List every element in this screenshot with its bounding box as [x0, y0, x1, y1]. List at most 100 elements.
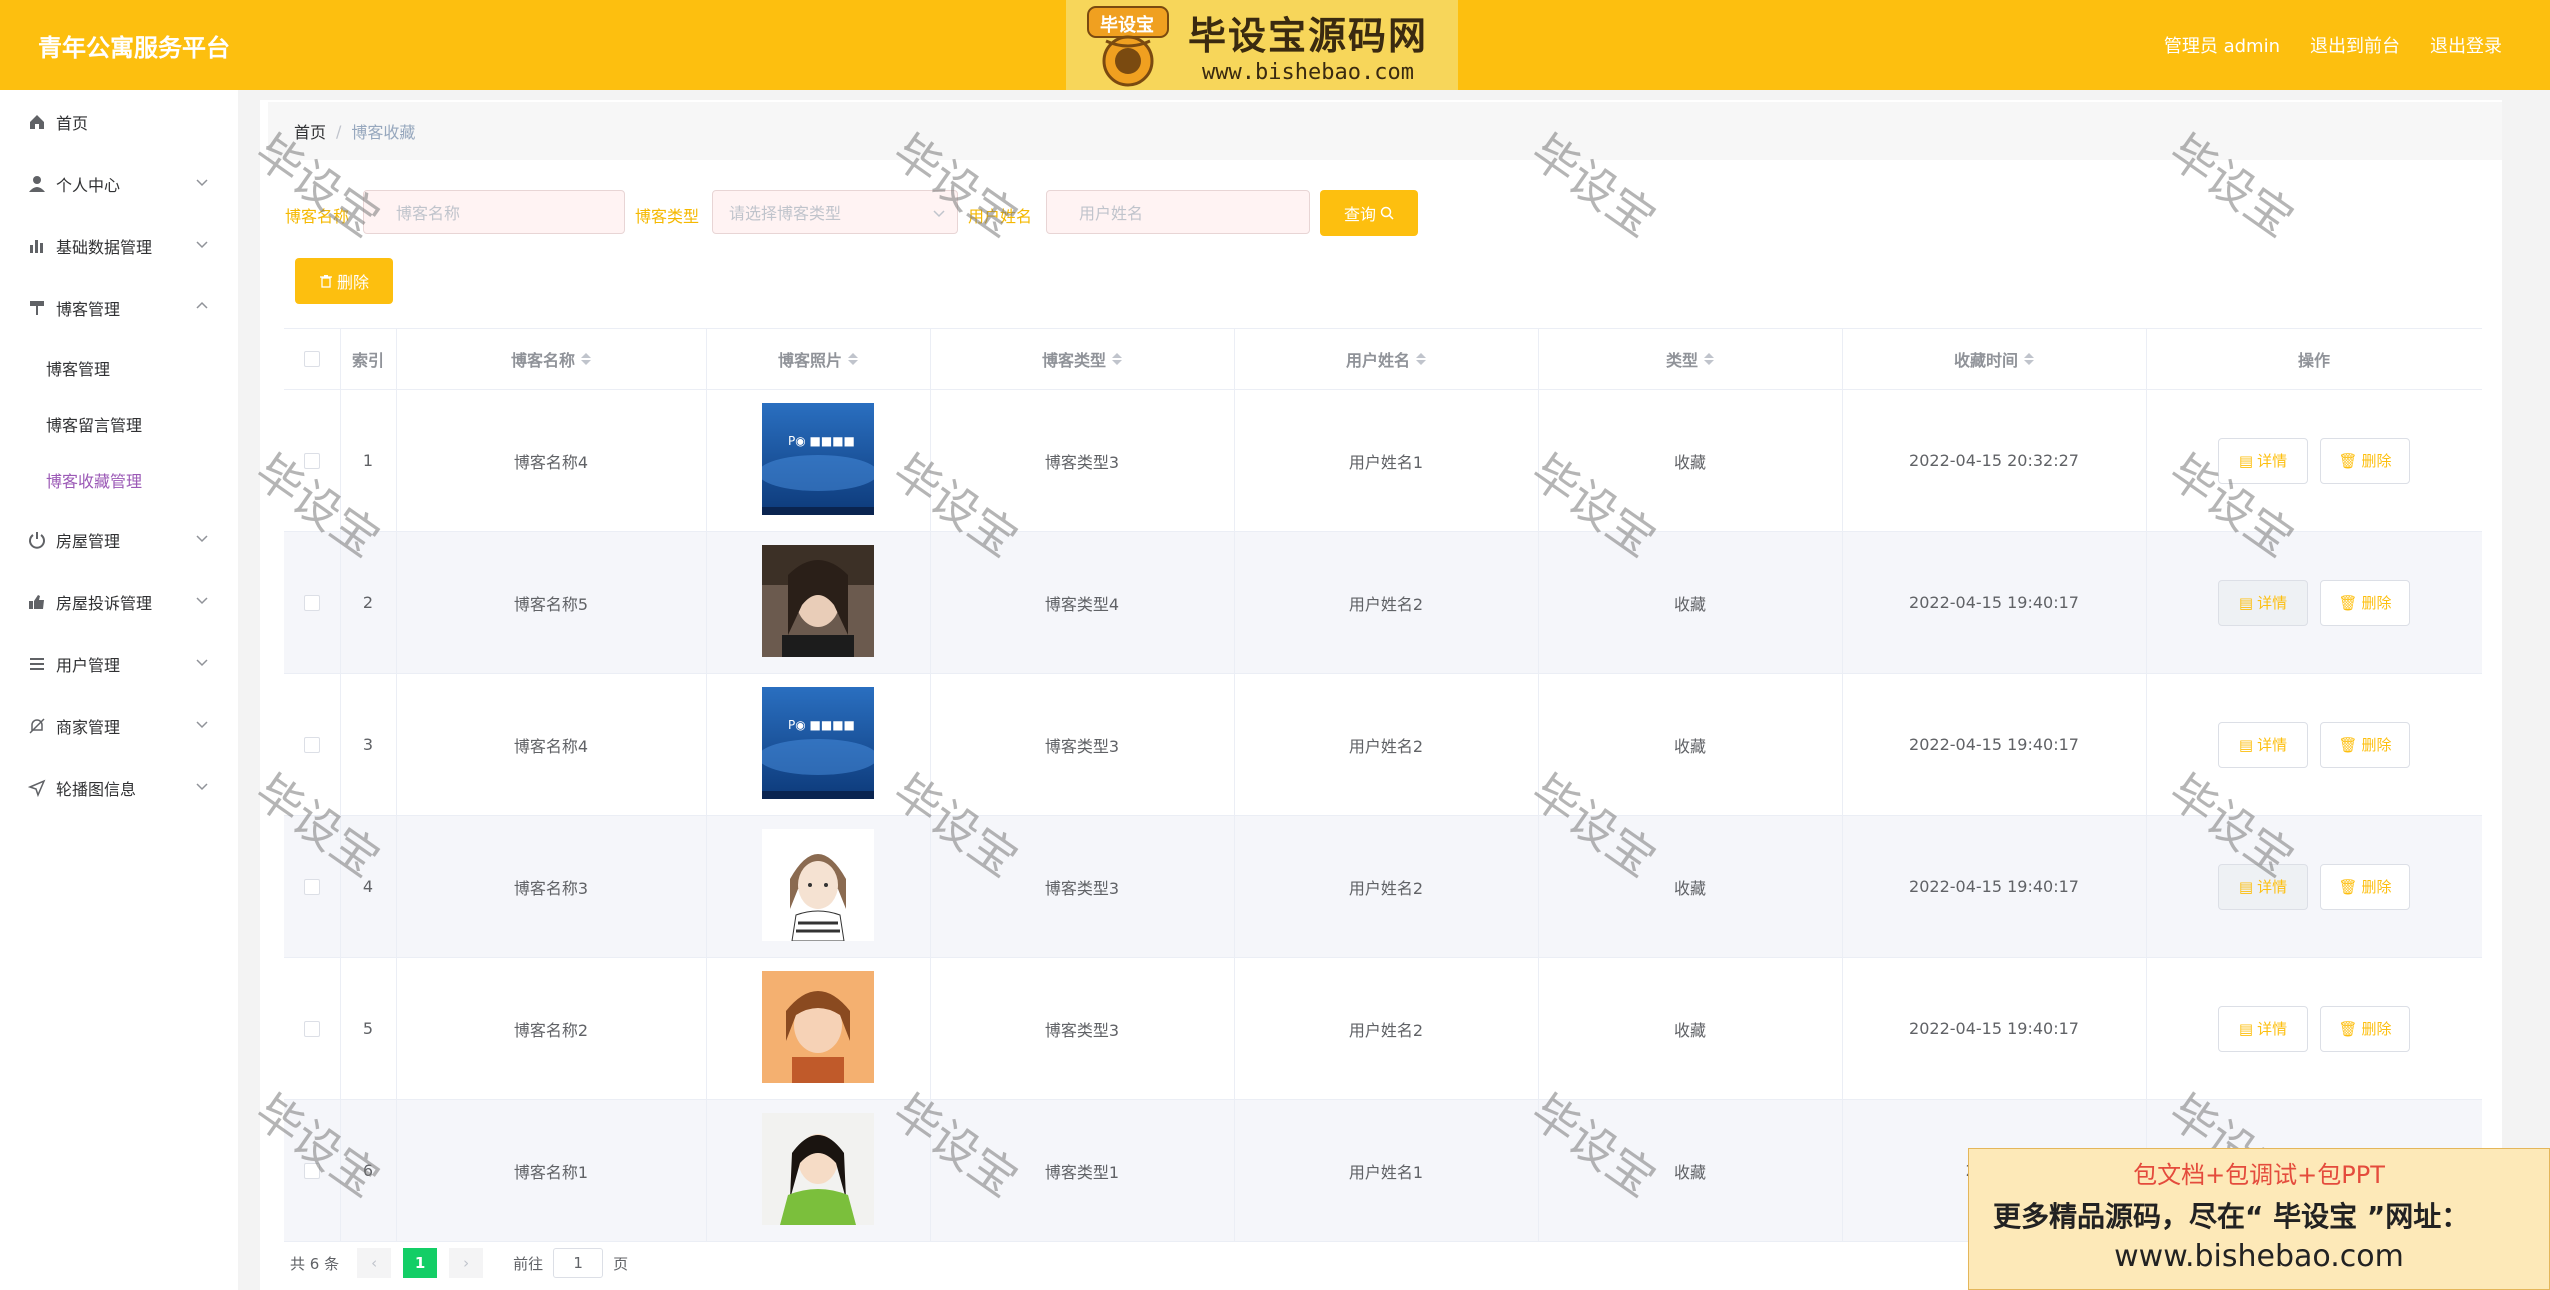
row-kind: 收藏 [1673, 1162, 1706, 1182]
exit-to-front-link[interactable]: 退出到前台 [2310, 32, 2400, 58]
col-index: 索引 [351, 351, 384, 370]
row-delete-button[interactable]: 🗑删除 [2320, 721, 2410, 768]
bar-chart-icon [26, 235, 48, 257]
sidebar-item-label: 商家管理 [56, 718, 121, 737]
row-delete-button[interactable]: 🗑删除 [2320, 579, 2410, 626]
main-content: 首页 / 博客收藏 博客名称 博客名称 博客类型 请选择博客类型 用户姓名 用户… [260, 100, 2502, 1290]
sort-icon[interactable] [1704, 353, 1714, 365]
row-blog-photo[interactable] [762, 828, 874, 945]
row-delete-label: 删除 [2361, 736, 2392, 754]
logo-badge-icon: 毕设宝 [1078, 1, 1178, 89]
row-checkbox[interactable] [304, 1020, 320, 1037]
sidebar-item-home[interactable]: 首页 [0, 98, 238, 146]
row-blog-photo[interactable] [762, 1112, 874, 1229]
row-delete-label: 删除 [2361, 878, 2392, 896]
blog-type-select[interactable]: 请选择博客类型 [712, 190, 958, 234]
breadcrumb-separator: / [336, 121, 342, 141]
chevron-down-icon [196, 597, 208, 605]
goto-unit-label: 页 [613, 1254, 629, 1273]
blog-type-label: 博客类型 [635, 207, 700, 226]
sidebar-item-basic-data[interactable]: 基础数据管理 [0, 222, 238, 270]
detail-button[interactable]: ▤详情 [2218, 1005, 2308, 1052]
user-name-input[interactable]: 用户姓名 [1046, 190, 1310, 234]
row-checkbox[interactable] [304, 452, 320, 469]
row-blog-photo[interactable]: P◉ ■■■■ [758, 686, 878, 803]
blog-name-label: 博客名称 [285, 207, 350, 226]
col-blog-name[interactable]: 博客名称 [396, 329, 706, 389]
col-blog-photo[interactable]: 博客照片 [706, 329, 930, 389]
goto-page-input[interactable]: 1 [553, 1248, 604, 1278]
table-row: 1 博客名称4 P◉ ■■■■ 博客类型3 用户姓名1 收藏 2022-04-15 20:3… [284, 390, 2482, 532]
sort-icon[interactable] [1416, 353, 1426, 365]
sidebar-item-complaints[interactable]: 房屋投诉管理 [0, 578, 238, 626]
col-kind[interactable]: 类型 [1538, 329, 1842, 389]
blog-name-input[interactable]: 博客名称 [363, 190, 625, 234]
sidebar-subitem-blog-manage[interactable]: 博客管理 [0, 346, 238, 390]
next-page-button[interactable]: › [449, 1248, 484, 1278]
list-icon [26, 653, 48, 675]
row-checkbox[interactable] [304, 736, 320, 753]
prev-page-button[interactable]: ‹ [357, 1248, 392, 1278]
sidebar-item-house[interactable]: 房屋管理 [0, 516, 238, 564]
row-blog-name: 博客名称5 [513, 594, 589, 614]
col-blog-type-label: 博客类型 [1041, 351, 1106, 370]
sort-icon[interactable] [1112, 353, 1122, 365]
search-icon [1380, 206, 1394, 220]
sidebar-item-merchants[interactable]: 商家管理 [0, 702, 238, 750]
select-all-checkbox[interactable] [304, 351, 320, 367]
row-user-name: 用户姓名2 [1348, 1020, 1424, 1040]
detail-button[interactable]: ▤详情 [2218, 863, 2308, 910]
page-number-button[interactable]: 1 [403, 1248, 438, 1278]
col-blog-name-label: 博客名称 [510, 351, 575, 370]
row-user-name: 用户姓名2 [1348, 594, 1424, 614]
row-blog-photo[interactable]: P◉ ■■■■ [758, 402, 878, 519]
sidebar-item-users[interactable]: 用户管理 [0, 640, 238, 688]
sidebar-item-carousel[interactable]: 轮播图信息 [0, 764, 238, 812]
paint-roller-icon [26, 297, 48, 319]
row-blog-photo[interactable] [762, 544, 874, 661]
sidebar-item-blog[interactable]: 博客管理 [0, 284, 238, 332]
chevron-down-icon [933, 210, 945, 218]
sidebar-subitem-blog-favorites[interactable]: 博客收藏管理 [0, 458, 238, 502]
row-blog-name: 博客名称3 [513, 878, 589, 898]
user-icon [26, 173, 48, 195]
logout-link[interactable]: 退出登录 [2430, 32, 2502, 58]
detail-button[interactable]: ▤详情 [2218, 579, 2308, 626]
row-blog-type: 博客类型4 [1044, 594, 1120, 614]
sort-icon[interactable] [848, 353, 858, 365]
row-fav-time: 2022-04-15 19:40:17 [1909, 593, 2079, 612]
row-fav-time: 2022-04-15 19:40:17 [1909, 1019, 2079, 1038]
row-blog-name: 博客名称4 [513, 452, 589, 472]
promo-banner: 包文档+包调试+包PPT 更多精品源码，尽在“ 毕设宝 ”网址： www.bis… [1968, 1148, 2550, 1290]
detail-button[interactable]: ▤详情 [2218, 721, 2308, 768]
user-name-label: 用户姓名 [968, 207, 1033, 226]
detail-button[interactable]: ▤详情 [2218, 437, 2308, 484]
breadcrumb-home[interactable]: 首页 [294, 119, 326, 143]
row-delete-button[interactable]: 🗑删除 [2320, 1005, 2410, 1052]
row-checkbox[interactable] [304, 594, 320, 611]
goto-label: 前往 [513, 1254, 544, 1273]
bulk-delete-button[interactable]: 删除 [295, 258, 393, 304]
sort-icon[interactable] [581, 353, 591, 365]
row-fav-time: 2022-04-15 19:40:17 [1909, 877, 2079, 896]
document-icon: ▤ [2238, 1019, 2254, 1038]
row-blog-photo[interactable] [762, 970, 874, 1087]
sort-icon[interactable] [2024, 353, 2034, 365]
row-checkbox[interactable] [304, 1162, 320, 1179]
row-blog-name: 博客名称2 [513, 1020, 589, 1040]
sidebar-item-personal[interactable]: 个人中心 [0, 160, 238, 208]
col-user-name[interactable]: 用户姓名 [1234, 329, 1538, 389]
row-delete-button[interactable]: 🗑删除 [2320, 437, 2410, 484]
col-blog-type[interactable]: 博客类型 [930, 329, 1234, 389]
row-delete-button[interactable]: 🗑删除 [2320, 863, 2410, 910]
admin-label[interactable]: 管理员 admin [2164, 32, 2280, 58]
top-header: 青年公寓服务平台 毕设宝 毕设宝源码网 www.bishebao.com 管理员… [0, 0, 2550, 90]
query-button[interactable]: 查询 [1320, 190, 1418, 236]
logo-title: 毕设宝源码网 [1188, 13, 1429, 58]
row-checkbox[interactable] [304, 878, 320, 895]
row-kind: 收藏 [1673, 452, 1706, 472]
col-fav-time-label: 收藏时间 [1953, 351, 2018, 370]
col-fav-time[interactable]: 收藏时间 [1842, 329, 2146, 389]
bulk-delete-label: 删除 [336, 273, 369, 292]
sidebar-subitem-blog-comments[interactable]: 博客留言管理 [0, 402, 238, 446]
